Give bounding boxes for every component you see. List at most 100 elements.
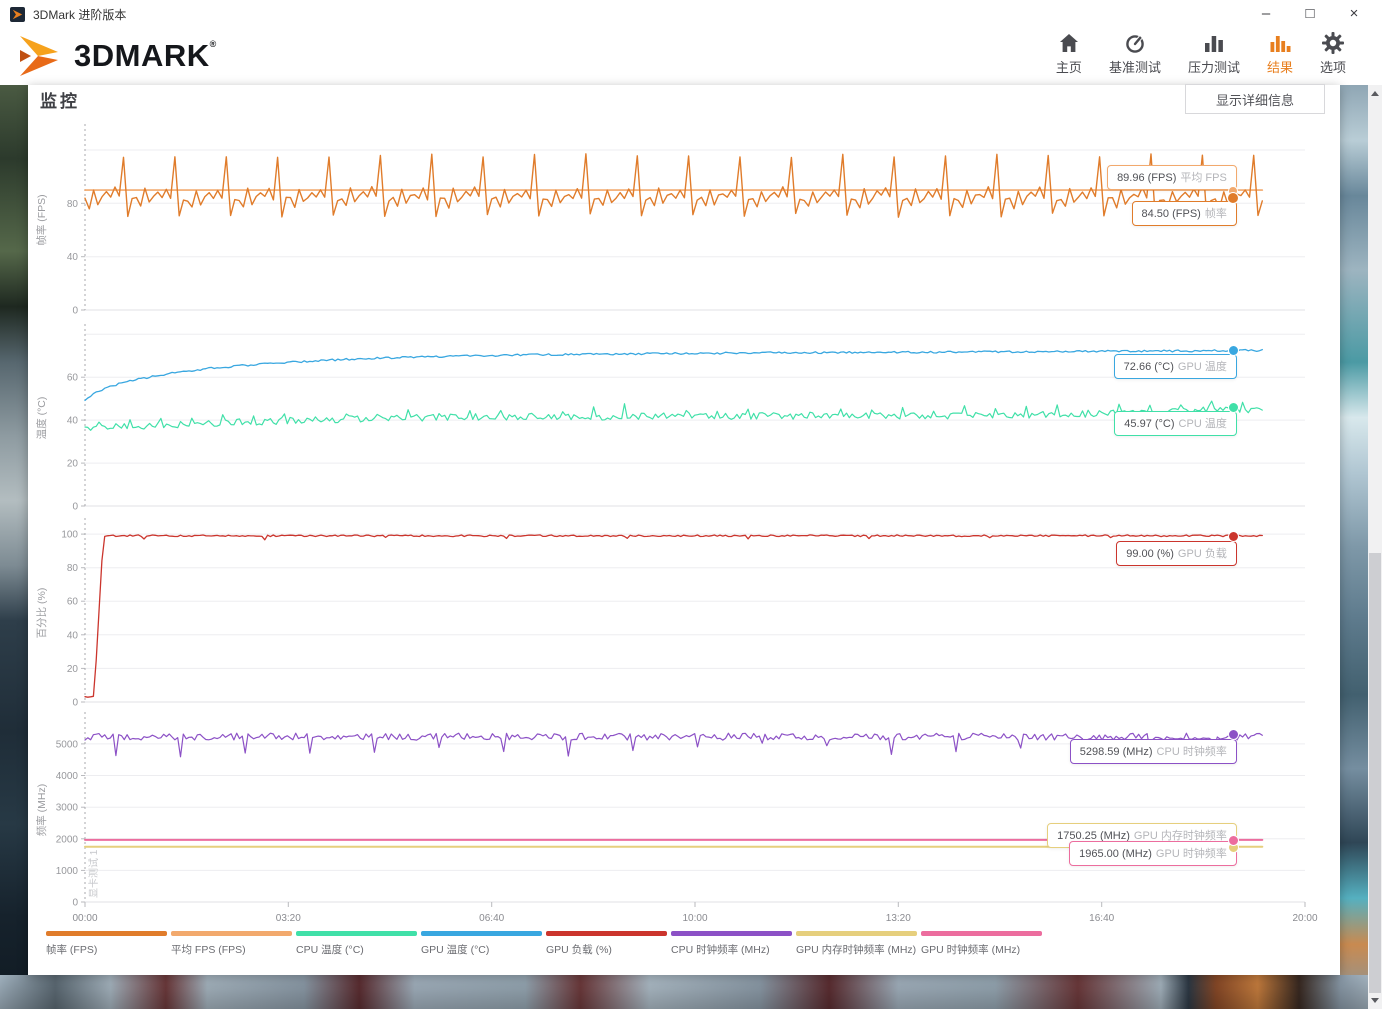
- y-axis-label: 频率 (MHz): [35, 784, 48, 837]
- legend-label: 平均 FPS (FPS): [171, 944, 246, 956]
- callout-fps: 84.50 (FPS) 帧率: [1131, 201, 1237, 227]
- legend-label: CPU 温度 (°C): [296, 944, 364, 956]
- legend-color-bar: [796, 931, 917, 936]
- legend-label: GPU 温度 (°C): [421, 944, 490, 956]
- arrow-down-icon: [1371, 998, 1379, 1003]
- nav-item-stress-test[interactable]: 压力测试: [1188, 32, 1240, 76]
- legend-item[interactable]: 平均 FPS (FPS): [171, 931, 292, 957]
- marker-dot-gpu_clock: [1227, 834, 1239, 846]
- svg-text:0: 0: [72, 306, 78, 317]
- monitoring-panel: 监控 显示详细信息 0 40 80 帧率 (FPS) 0 20 40 60 温度 (°C) 0 20…: [28, 84, 1340, 975]
- svg-text:80: 80: [67, 563, 79, 574]
- svg-text:4000: 4000: [56, 771, 79, 782]
- legend-label: GPU 负载 (%): [546, 944, 612, 956]
- legend-item[interactable]: 帧率 (FPS): [46, 931, 167, 957]
- gauge-icon: [1126, 35, 1144, 53]
- scroll-up-button[interactable]: [1368, 86, 1382, 101]
- x-axis-tick: 20:00: [1292, 913, 1317, 924]
- logo-text: 3DMARK®: [74, 38, 217, 73]
- window-controls: – □ ×: [1244, 0, 1376, 28]
- home-icon: [1059, 34, 1078, 52]
- x-axis-tick: 13:20: [886, 913, 911, 924]
- gear-icon: [1321, 32, 1344, 54]
- svg-text:60: 60: [67, 597, 79, 608]
- maximize-button[interactable]: □: [1288, 0, 1332, 28]
- legend-item[interactable]: CPU 时钟频率 (MHz): [671, 931, 792, 957]
- marker-dot-gpu_temp: [1227, 345, 1239, 357]
- app-icon: [10, 6, 25, 22]
- callout-gpu_temp: 72.66 (°C) GPU 温度: [1113, 354, 1237, 380]
- x-axis-tick: 00:00: [72, 913, 97, 924]
- series-fps: [84, 153, 1264, 218]
- x-axis-tick: 16:40: [1089, 913, 1114, 924]
- app-header: 3DMARK® 主页 基准测试 压力测试 结果 选项: [0, 28, 1382, 85]
- close-button[interactable]: ×: [1332, 0, 1376, 28]
- test-phase-annotation: 显卡测试 1: [87, 849, 100, 898]
- svg-text:40: 40: [67, 252, 79, 263]
- legend-color-bar: [421, 931, 542, 936]
- background-art-right: [1340, 85, 1368, 1009]
- legend-item[interactable]: GPU 内存时钟频率 (MHz): [796, 931, 917, 957]
- app-window: 3DMark 进阶版本 – □ × 3DMARK® 主页 基准测试 压力测试 结…: [0, 0, 1382, 1009]
- y-axis-label: 帧率 (FPS): [35, 194, 48, 245]
- series-gpu_load: [84, 534, 1263, 698]
- y-axis-label: 百分比 (%): [35, 588, 48, 639]
- legend-label: GPU 时钟频率 (MHz): [921, 944, 1021, 956]
- nav-item-options[interactable]: 选项: [1320, 32, 1346, 76]
- show-details-button[interactable]: 显示详细信息: [1185, 84, 1325, 114]
- app-icon-flame: [12, 9, 23, 19]
- scrollbar-thumb[interactable]: [1369, 553, 1381, 993]
- svg-text:1000: 1000: [56, 866, 79, 877]
- legend-color-bar: [46, 931, 167, 936]
- 3dmark-flame-icon: [20, 36, 58, 76]
- svg-text:5000: 5000: [56, 739, 79, 750]
- background-art-bottom: [0, 975, 1382, 1009]
- callout-avg_fps: 89.96 (FPS) 平均 FPS: [1107, 165, 1237, 191]
- svg-text:0: 0: [72, 502, 78, 513]
- nav-item-benchmark[interactable]: 基准测试: [1109, 32, 1161, 76]
- legend-label: 帧率 (FPS): [46, 944, 98, 956]
- nav-item-results[interactable]: 结果: [1267, 32, 1293, 76]
- background-art-left: [0, 85, 28, 1009]
- svg-text:40: 40: [67, 416, 79, 427]
- callout-gpu_load: 99.00 (%) GPU 负载: [1116, 540, 1237, 566]
- svg-text:40: 40: [67, 630, 79, 641]
- svg-text:100: 100: [61, 530, 78, 541]
- legend-item[interactable]: GPU 负载 (%): [546, 931, 667, 957]
- svg-text:3000: 3000: [56, 803, 79, 814]
- callout-cpu_temp: 45.97 (°C) CPU 温度: [1114, 411, 1237, 437]
- minimize-button[interactable]: –: [1244, 0, 1288, 28]
- svg-text:0: 0: [72, 898, 78, 909]
- svg-text:20: 20: [67, 459, 79, 470]
- legend-item[interactable]: GPU 时钟频率 (MHz): [921, 931, 1042, 957]
- main-nav: 主页 基准测试 压力测试 结果 选项: [1056, 32, 1346, 76]
- page-title: 监控: [40, 92, 80, 111]
- series-cpu_temp: [84, 400, 1263, 431]
- legend-color-bar: [296, 931, 417, 936]
- arrow-up-icon: [1371, 91, 1379, 96]
- registered-mark: ®: [209, 39, 217, 49]
- marker-dot-gpu_load: [1227, 530, 1239, 542]
- results-chart-icon: [1270, 36, 1291, 52]
- nav-item-home[interactable]: 主页: [1056, 32, 1082, 76]
- chart-legend: 帧率 (FPS) 平均 FPS (FPS) CPU 温度 (°C) GPU 温度 (°…: [46, 931, 1046, 957]
- legend-item[interactable]: GPU 温度 (°C): [421, 931, 542, 957]
- callout-cpu_clock: 5298.59 (MHz) CPU 时钟频率: [1069, 739, 1237, 765]
- legend-item[interactable]: CPU 温度 (°C): [296, 931, 417, 957]
- legend-color-bar: [671, 931, 792, 936]
- 3dmark-logo: 3DMARK®: [18, 34, 217, 78]
- series-gpu_temp: [84, 348, 1263, 402]
- x-axis-tick: 03:20: [276, 913, 301, 924]
- x-axis-tick: 06:40: [479, 913, 504, 924]
- window-titlebar: 3DMark 进阶版本 – □ ×: [0, 0, 1382, 28]
- legend-color-bar: [546, 931, 667, 936]
- bar-chart-icon: [1204, 36, 1223, 52]
- svg-text:0: 0: [72, 698, 78, 709]
- legend-label: CPU 时钟频率 (MHz): [671, 944, 770, 956]
- legend-color-bar: [921, 931, 1042, 936]
- scrollbar[interactable]: [1368, 85, 1382, 1009]
- window-title: 3DMark 进阶版本: [33, 7, 127, 22]
- callout-gpu_clock: 1965.00 (MHz) GPU 时钟频率: [1069, 840, 1237, 866]
- legend-color-bar: [171, 931, 292, 936]
- scroll-down-button[interactable]: [1368, 993, 1382, 1008]
